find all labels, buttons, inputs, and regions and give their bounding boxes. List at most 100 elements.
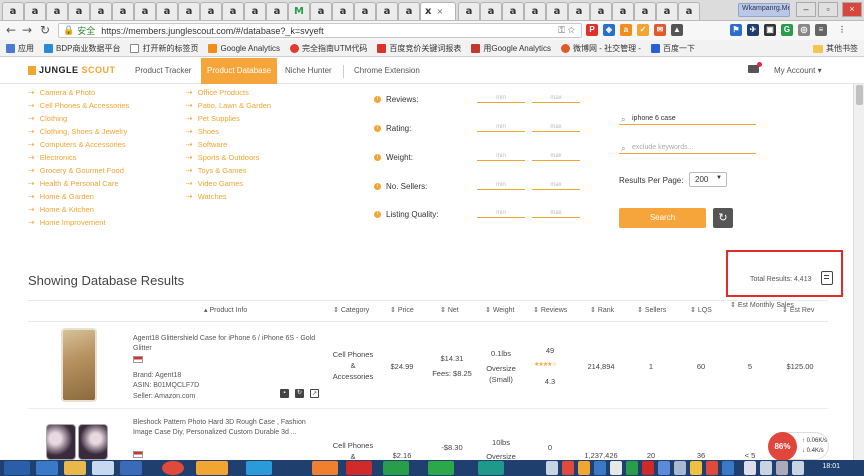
category-item[interactable]: ⇢ Sports & Outdoors bbox=[186, 152, 259, 163]
browser-tab[interactable]: a bbox=[24, 2, 46, 20]
tray-icon[interactable] bbox=[690, 461, 702, 475]
col-header-est-monthly-sales[interactable]: ⇕ Est Monthly Sales bbox=[730, 301, 794, 323]
tray-icon[interactable] bbox=[610, 461, 622, 475]
tray-icon[interactable] bbox=[594, 461, 606, 475]
browser-tab[interactable]: a bbox=[458, 2, 480, 20]
category-item[interactable]: ⇢ Patio, Lawn & Garden bbox=[186, 100, 271, 111]
extension-icon[interactable]: ◎ bbox=[798, 24, 810, 36]
category-item[interactable]: ⇢ Home & Garden bbox=[28, 191, 94, 202]
browser-tab[interactable]: M bbox=[288, 2, 310, 20]
reviews-max-input[interactable]: max bbox=[532, 92, 580, 103]
category-item[interactable]: ⇢ Office Products bbox=[186, 87, 249, 98]
key-icon[interactable]: ⚿ bbox=[558, 25, 565, 35]
product-image[interactable] bbox=[78, 424, 108, 460]
nav-product-tracker[interactable]: Product Tracker bbox=[129, 58, 197, 84]
browser-tab[interactable]: a bbox=[678, 2, 700, 20]
minimize-icon[interactable]: – bbox=[796, 2, 816, 17]
nav-niche-hunter[interactable]: Niche Hunter bbox=[279, 58, 338, 84]
rating-min-input[interactable]: min bbox=[477, 121, 525, 132]
tray-icon[interactable] bbox=[546, 461, 558, 475]
browser-tab[interactable]: a bbox=[2, 2, 24, 20]
lqs-max-input[interactable]: max bbox=[532, 207, 580, 218]
product-image[interactable] bbox=[46, 424, 76, 460]
extension-icon[interactable]: P bbox=[586, 24, 598, 36]
bookmark-item[interactable]: BDP商业数据平台 bbox=[44, 43, 120, 54]
browser-tab[interactable]: a bbox=[178, 2, 200, 20]
bookmark-item[interactable]: Google Analytics bbox=[208, 43, 280, 53]
sellers-min-input[interactable]: min bbox=[477, 179, 525, 190]
category-item[interactable]: ⇢ Health & Personal Care bbox=[28, 178, 119, 189]
sellers-max-input[interactable]: max bbox=[532, 179, 580, 190]
tray-icon[interactable] bbox=[760, 461, 772, 475]
browser-tab[interactable]: a bbox=[524, 2, 546, 20]
category-item[interactable]: ⇢ Pet Supplies bbox=[186, 113, 240, 124]
browser-tab[interactable]: a bbox=[634, 2, 656, 20]
browser-tab[interactable]: a bbox=[266, 2, 288, 20]
taskbar-app-icon[interactable] bbox=[428, 461, 454, 475]
taskbar-app-icon[interactable] bbox=[162, 461, 184, 475]
rating-max-input[interactable]: max bbox=[532, 121, 580, 132]
browser-tab[interactable]: a bbox=[134, 2, 156, 20]
taskbar-app-icon[interactable] bbox=[478, 461, 504, 475]
col-header-rank[interactable]: ⇕ Rank bbox=[590, 300, 614, 322]
browser-tab[interactable]: a bbox=[398, 2, 420, 20]
browser-tab[interactable]: a bbox=[656, 2, 678, 20]
scrollbar-thumb[interactable] bbox=[856, 85, 863, 105]
bookmark-item[interactable]: 应用 bbox=[6, 43, 34, 54]
taskbar-app-icon[interactable] bbox=[120, 461, 142, 475]
taskbar-app-icon[interactable] bbox=[312, 461, 338, 475]
category-item[interactable]: ⇢ Home Improvement bbox=[28, 217, 106, 228]
mail-icon[interactable] bbox=[748, 62, 762, 73]
browser-tab[interactable]: a bbox=[68, 2, 90, 20]
browser-tab[interactable]: a bbox=[310, 2, 332, 20]
tab-close-icon[interactable]: × bbox=[436, 7, 443, 16]
tray-icon[interactable] bbox=[578, 461, 590, 475]
taskbar-app-icon[interactable] bbox=[92, 461, 114, 475]
category-item[interactable]: ⇢ Clothing bbox=[28, 113, 67, 124]
bookmark-item[interactable]: 百度一下 bbox=[650, 43, 695, 54]
browser-tab[interactable]: a bbox=[200, 2, 222, 20]
weight-max-input[interactable]: max bbox=[532, 150, 580, 161]
browser-tab[interactable]: a bbox=[244, 2, 266, 20]
tray-icon[interactable] bbox=[776, 461, 788, 475]
close-window-icon[interactable]: × bbox=[842, 2, 862, 17]
forward-icon[interactable]: → bbox=[22, 23, 32, 37]
category-item[interactable]: ⇢ Camera & Photo bbox=[28, 87, 95, 98]
browser-tab[interactable]: a bbox=[480, 2, 502, 20]
menu-icon[interactable]: ⋮ bbox=[836, 24, 848, 36]
browser-tab[interactable]: a bbox=[354, 2, 376, 20]
category-item[interactable]: ⇢ Shoes bbox=[186, 126, 219, 137]
browser-tab[interactable]: a bbox=[376, 2, 398, 20]
extension-icon[interactable]: ▲ bbox=[671, 24, 683, 36]
bookmark-item[interactable]: 百度竞价关键词报表 bbox=[377, 43, 461, 54]
category-item[interactable]: ⇢ Clothing, Shoes & Jewelry bbox=[28, 126, 127, 137]
extension-icon[interactable]: ✈ bbox=[747, 24, 759, 36]
scrollbar[interactable] bbox=[853, 84, 864, 460]
category-item[interactable]: ⇢ Electronics bbox=[28, 152, 76, 163]
product-title[interactable]: Agent18 Glittershield Case for iPhone 6 … bbox=[133, 334, 319, 354]
browser-tab[interactable]: a bbox=[568, 2, 590, 20]
jungle-scout-logo[interactable]: JUNGLE SCOUT bbox=[28, 65, 116, 75]
profile-button[interactable]: Wkampanrg.Me bbox=[738, 3, 790, 17]
tray-icon[interactable] bbox=[706, 461, 718, 475]
track-product-icon[interactable]: ▪ bbox=[280, 389, 289, 398]
extension-icon[interactable]: ◈ bbox=[603, 24, 615, 36]
col-header-reviews[interactable]: ⇕ Reviews bbox=[533, 300, 567, 322]
category-item[interactable]: ⇢ Software bbox=[186, 139, 227, 150]
nav-chrome-extension[interactable]: Chrome Extension bbox=[348, 58, 426, 84]
product-title[interactable]: Bleshock Pattern Photo Hard 3D Rough Cas… bbox=[133, 418, 319, 438]
extension-icon[interactable]: a bbox=[620, 24, 632, 36]
reset-icon[interactable]: ↻ bbox=[713, 208, 733, 228]
external-link-icon[interactable]: ↗ bbox=[310, 389, 319, 398]
col-header-est-rev[interactable]: ⇕ Est Rev bbox=[782, 300, 814, 322]
taskbar-app-icon[interactable] bbox=[196, 461, 228, 475]
back-icon[interactable]: ← bbox=[6, 23, 16, 37]
taskbar-app-icon[interactable] bbox=[346, 461, 372, 475]
col-header-category[interactable]: ⇕ Category bbox=[333, 300, 369, 322]
category-item[interactable]: ⇢ Computers & Accessories bbox=[28, 139, 126, 150]
col-header-weight[interactable]: ⇕ Weight bbox=[485, 300, 514, 322]
lqs-min-input[interactable]: min bbox=[477, 207, 525, 218]
refresh-icon[interactable]: ↻ bbox=[295, 389, 304, 398]
browser-tab[interactable]: a bbox=[46, 2, 68, 20]
tray-icon[interactable] bbox=[674, 461, 686, 475]
